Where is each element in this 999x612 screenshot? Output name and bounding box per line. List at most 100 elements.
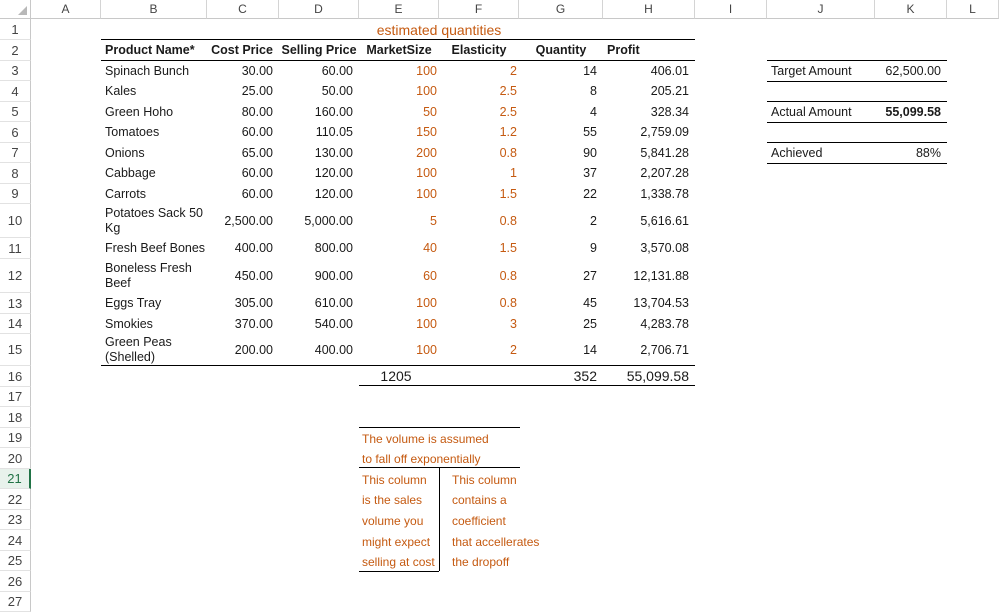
note-left-line[interactable]: volume you [362,514,423,528]
row-header-19[interactable]: 19 [0,428,31,448]
selling-price-cell[interactable]: 60.00 [279,61,359,81]
quantity-cell[interactable]: 37 [519,163,603,184]
profit-cell[interactable]: 5,616.61 [603,204,695,238]
product-name-cell[interactable]: Spinach Bunch [101,61,207,81]
row-header-26[interactable]: 26 [0,571,31,592]
header-cost[interactable]: Cost Price [207,40,277,60]
column-header-e[interactable]: E [359,0,439,19]
selling-price-cell[interactable]: 540.00 [279,314,359,334]
cost-price-cell[interactable]: 25.00 [207,81,279,102]
note-left-line[interactable]: might expect [362,535,430,549]
table-title[interactable]: estimated quantities [359,20,519,40]
row-header-20[interactable]: 20 [0,448,31,469]
profit-cell[interactable]: 2,759.09 [603,122,695,143]
target-amount-value[interactable]: 62,500.00 [875,61,947,81]
target-amount-label[interactable]: Target Amount [767,61,875,81]
market-size-cell[interactable]: 60 [359,259,439,293]
row-header-24[interactable]: 24 [0,530,31,551]
spreadsheet-grid[interactable]: ABCDEFGHIJKL 1 2 3 4 5 6 7 8 9 10 11 12 13 14 15 16 17 18… [0,0,999,612]
product-name-cell[interactable]: Fresh Beef Bones [101,238,207,259]
selling-price-cell[interactable]: 130.00 [279,143,359,163]
cost-price-cell[interactable]: 80.00 [207,102,279,122]
market-size-cell[interactable]: 100 [359,314,439,334]
elasticity-cell[interactable]: 0.8 [439,293,519,314]
market-size-cell[interactable]: 40 [359,238,439,259]
profit-cell[interactable]: 328.34 [603,102,695,122]
header-quantity[interactable]: Quantity [519,40,603,60]
product-name-cell[interactable]: Smokies [101,314,207,334]
market-size-cell[interactable]: 150 [359,122,439,143]
actual-amount-value[interactable]: 55,099.58 [875,102,947,122]
product-name-cell[interactable]: Carrots [101,184,207,204]
elasticity-cell[interactable]: 2.5 [439,81,519,102]
product-name-cell[interactable]: Tomatoes [101,122,207,143]
row-header-18[interactable]: 18 [0,407,31,428]
row-header-8[interactable]: 8 [0,163,31,184]
quantity-cell[interactable]: 45 [519,293,603,314]
header-product[interactable]: Product Name* [101,40,207,60]
cost-price-cell[interactable]: 60.00 [207,184,279,204]
elasticity-cell[interactable]: 0.8 [439,259,519,293]
note-right-line[interactable]: coefficient [452,514,506,528]
header-profit[interactable]: Profit [603,40,695,60]
row-header-23[interactable]: 23 [0,510,31,530]
row-header-22[interactable]: 22 [0,489,31,510]
market-size-cell[interactable]: 200 [359,143,439,163]
cost-price-cell[interactable]: 2,500.00 [207,204,279,238]
selling-price-cell[interactable]: 900.00 [279,259,359,293]
note-left-line[interactable]: is the sales [362,493,422,507]
elasticity-cell[interactable]: 3 [439,314,519,334]
note-right-line[interactable]: the dropoff [452,555,509,569]
product-name-cell[interactable]: Kales [101,81,207,102]
elasticity-cell[interactable]: 1.5 [439,184,519,204]
profit-cell[interactable]: 1,338.78 [603,184,695,204]
row-header-9[interactable]: 9 [0,184,31,204]
selling-price-cell[interactable]: 120.00 [279,184,359,204]
cost-price-cell[interactable]: 65.00 [207,143,279,163]
market-size-cell[interactable]: 100 [359,184,439,204]
row-header-15[interactable]: 15 [0,334,31,366]
market-size-cell[interactable]: 100 [359,293,439,314]
selling-price-cell[interactable]: 160.00 [279,102,359,122]
total-profit[interactable]: 55,099.58 [603,366,695,387]
elasticity-cell[interactable]: 1 [439,163,519,184]
quantity-cell[interactable]: 9 [519,238,603,259]
row-header-12[interactable]: 12 [0,259,31,293]
product-name-cell[interactable]: Cabbage [101,163,207,184]
product-name-cell[interactable]: Onions [101,143,207,163]
quantity-cell[interactable]: 90 [519,143,603,163]
row-header-6[interactable]: 6 [0,122,31,143]
profit-cell[interactable]: 406.01 [603,61,695,81]
column-header-d[interactable]: D [279,0,359,19]
total-market[interactable]: 1205 [359,366,439,387]
elasticity-cell[interactable]: 2.5 [439,102,519,122]
selling-price-cell[interactable]: 110.05 [279,122,359,143]
cost-price-cell[interactable]: 370.00 [207,314,279,334]
row-header-16[interactable]: 16 [0,366,31,387]
row-header-4[interactable]: 4 [0,81,31,102]
elasticity-cell[interactable]: 1.2 [439,122,519,143]
profit-cell[interactable]: 4,283.78 [603,314,695,334]
selling-price-cell[interactable]: 50.00 [279,81,359,102]
profit-cell[interactable]: 3,570.08 [603,238,695,259]
row-header-2[interactable]: 2 [0,40,31,61]
note-top-line1[interactable]: The volume is assumed [362,432,489,446]
profit-cell[interactable]: 2,207.28 [603,163,695,184]
row-header-27[interactable]: 27 [0,592,31,612]
total-quantity[interactable]: 352 [519,366,603,387]
quantity-cell[interactable]: 14 [519,334,603,366]
quantity-cell[interactable]: 14 [519,61,603,81]
select-all-corner[interactable] [0,0,31,19]
market-size-cell[interactable]: 50 [359,102,439,122]
cost-price-cell[interactable]: 200.00 [207,334,279,366]
column-header-l[interactable]: L [947,0,999,19]
selling-price-cell[interactable]: 5,000.00 [279,204,359,238]
header-market[interactable]: MarketSize [359,40,439,60]
profit-cell[interactable]: 13,704.53 [603,293,695,314]
market-size-cell[interactable]: 100 [359,334,439,366]
selling-price-cell[interactable]: 800.00 [279,238,359,259]
market-size-cell[interactable]: 100 [359,81,439,102]
column-header-b[interactable]: B [101,0,207,19]
column-header-i[interactable]: I [695,0,767,19]
profit-cell[interactable]: 12,131.88 [603,259,695,293]
